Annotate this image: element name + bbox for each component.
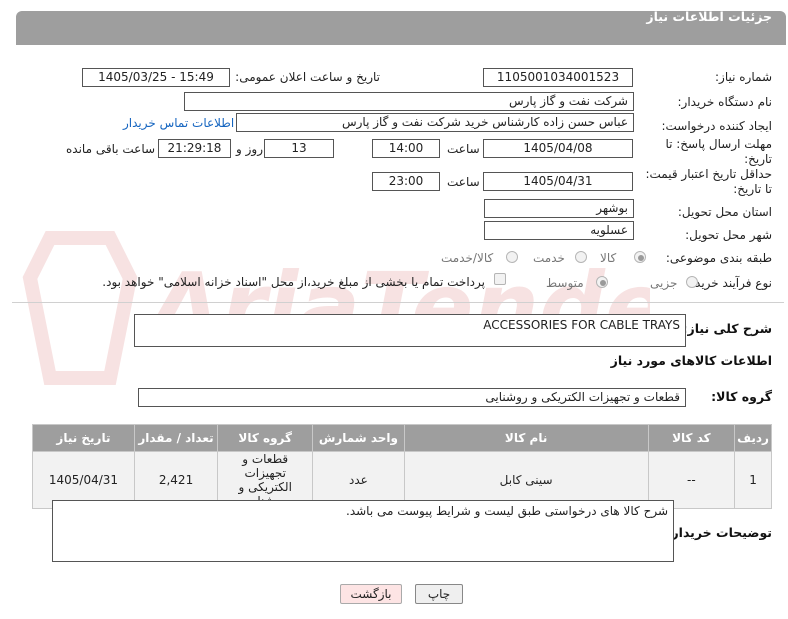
- announce-field[interactable]: 1405/03/25 - 15:49: [82, 68, 230, 87]
- validity-label-line2: تا تاریخ:: [733, 182, 772, 196]
- goods-group-label: گروه کالا:: [711, 389, 772, 404]
- remaining-time-field[interactable]: 21:29:18: [158, 139, 231, 158]
- announce-label: تاریخ و ساعت اعلان عمومی:: [235, 70, 380, 84]
- header-quantity: تعداد / مقدار: [133, 424, 219, 452]
- watermark-emblem-icon: [22, 231, 138, 385]
- process-minor-label: جزیی: [650, 276, 678, 290]
- process-label: نوع فرآیند خرید :: [687, 276, 772, 290]
- category-service-label: خدمت: [533, 251, 565, 265]
- header-goods-code: کد کالا: [647, 424, 736, 452]
- cell-row: 1: [734, 451, 772, 509]
- description-textarea[interactable]: ACCESSORIES FOR CABLE TRAYS: [134, 314, 686, 347]
- watermark-logo: AriaTender.net: [22, 231, 650, 385]
- need-number-label: شماره نیاز:: [715, 70, 772, 84]
- category-goods-label: کالا: [600, 251, 617, 265]
- province-label: استان محل تحویل:: [677, 205, 772, 219]
- requester-field[interactable]: عباس حسن زاده کارشناس خرید شرکت نفت و گا…: [236, 113, 634, 132]
- city-field[interactable]: عسلویه: [484, 221, 634, 240]
- category-service-radio[interactable]: [575, 251, 587, 263]
- buyer-notes-text: شرح کالا های درخواستی طبق لیست و شرایط پ…: [346, 504, 668, 518]
- back-button[interactable]: بازگشت: [340, 584, 402, 604]
- process-medium-label: متوسط: [546, 276, 584, 290]
- deadline-days-label: روز و: [236, 142, 263, 156]
- items-table: تاریخ نیاز تعداد / مقدار گروه کالا واحد …: [32, 424, 772, 509]
- description-text: ACCESSORIES FOR CABLE TRAYS: [483, 318, 680, 332]
- description-label: شرح کلی نیاز:: [682, 321, 772, 336]
- deadline-label-line1: مهلت ارسال پاسخ: تا: [665, 137, 772, 151]
- buyer-org-field[interactable]: شرکت نفت و گاز پارس: [184, 92, 634, 111]
- deadline-days-field[interactable]: 13: [264, 139, 334, 158]
- city-label: شهر محل تحویل:: [685, 228, 772, 242]
- category-goods-radio[interactable]: [634, 251, 646, 263]
- requester-label: ایجاد کننده درخواست:: [661, 119, 772, 133]
- validity-label-line1: حداقل تاریخ اعتبار قیمت:: [645, 167, 772, 181]
- category-both-label: کالا/خدمت: [441, 251, 494, 265]
- treasury-payment-note: پرداخت تمام یا بخشی از مبلغ خرید،از محل …: [102, 275, 485, 289]
- buyer-notes-textarea[interactable]: شرح کالا های درخواستی طبق لیست و شرایط پ…: [52, 500, 674, 562]
- process-medium-radio[interactable]: [596, 276, 608, 288]
- header-need-date: تاریخ نیاز: [32, 424, 135, 452]
- header-row: ردیف: [734, 424, 772, 452]
- category-label: طبقه بندی موضوعی:: [665, 251, 772, 265]
- province-field[interactable]: بوشهر: [484, 199, 634, 218]
- need-number-field[interactable]: 1105001034001523: [483, 68, 633, 87]
- buyer-org-label: نام دستگاه خریدار:: [677, 95, 773, 109]
- validity-time-label: ساعت: [447, 175, 480, 189]
- print-button[interactable]: چاپ: [415, 584, 463, 604]
- buyer-contact-link[interactable]: اطلاعات تماس خریدار: [123, 116, 234, 130]
- items-table-header: تاریخ نیاز تعداد / مقدار گروه کالا واحد …: [32, 424, 772, 452]
- validity-date-field[interactable]: 1405/04/31: [483, 172, 633, 191]
- deadline-time-field[interactable]: 14:00: [372, 139, 440, 158]
- page-title: جزئیات اطلاعات نیاز: [646, 9, 772, 24]
- process-minor-radio[interactable]: [686, 276, 698, 288]
- header-unit: واحد شمارش: [312, 424, 405, 452]
- deadline-time-label: ساعت: [447, 142, 480, 156]
- header-goods-name: نام کالا: [403, 424, 649, 452]
- deadline-date-field[interactable]: 1405/04/08: [483, 139, 633, 158]
- goods-info-title: اطلاعات کالاهای مورد نیاز: [610, 353, 772, 368]
- buyer-notes-label: توضیحات خریدار:: [666, 525, 772, 540]
- remaining-time-label: ساعت باقی مانده: [66, 142, 156, 156]
- goods-group-field[interactable]: قطعات و تجهیزات الکتریکی و روشنایی: [138, 388, 686, 407]
- category-both-radio[interactable]: [506, 251, 518, 263]
- page: AriaTender.net جزئیات اطلاعات نیاز شماره…: [0, 0, 788, 619]
- validity-time-field[interactable]: 23:00: [372, 172, 440, 191]
- deadline-label-line2: تاریخ:: [744, 152, 772, 166]
- separator: [12, 302, 784, 303]
- treasury-payment-checkbox[interactable]: [494, 273, 506, 285]
- header-goods-group: گروه کالا: [217, 424, 314, 452]
